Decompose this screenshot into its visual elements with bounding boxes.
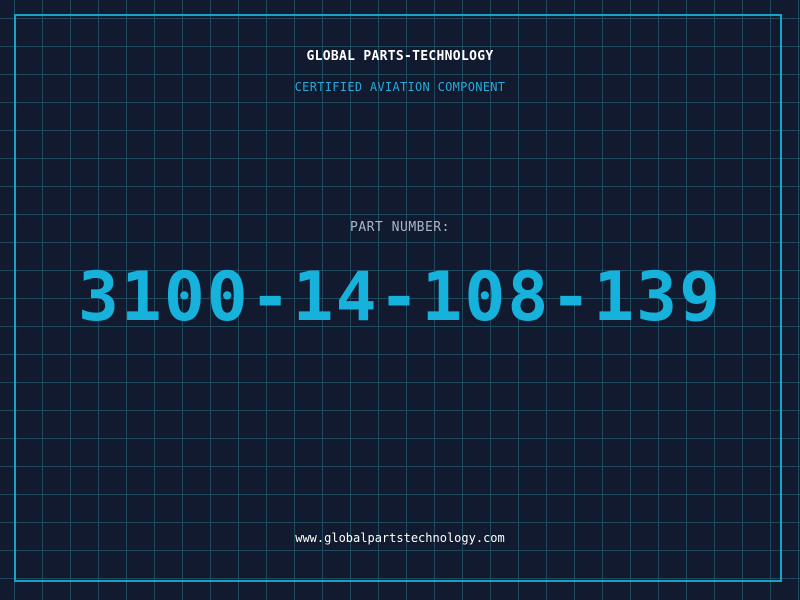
part-number-label: PART NUMBER: [350,220,450,235]
company-name: GLOBAL PARTS-TECHNOLOGY [306,49,494,64]
website-url: www.globalpartstechnology.com [295,531,505,545]
part-number-value: 3100-14-108-139 [77,258,723,337]
certification-tagline: CERTIFIED AVIATION COMPONENT [294,80,506,94]
